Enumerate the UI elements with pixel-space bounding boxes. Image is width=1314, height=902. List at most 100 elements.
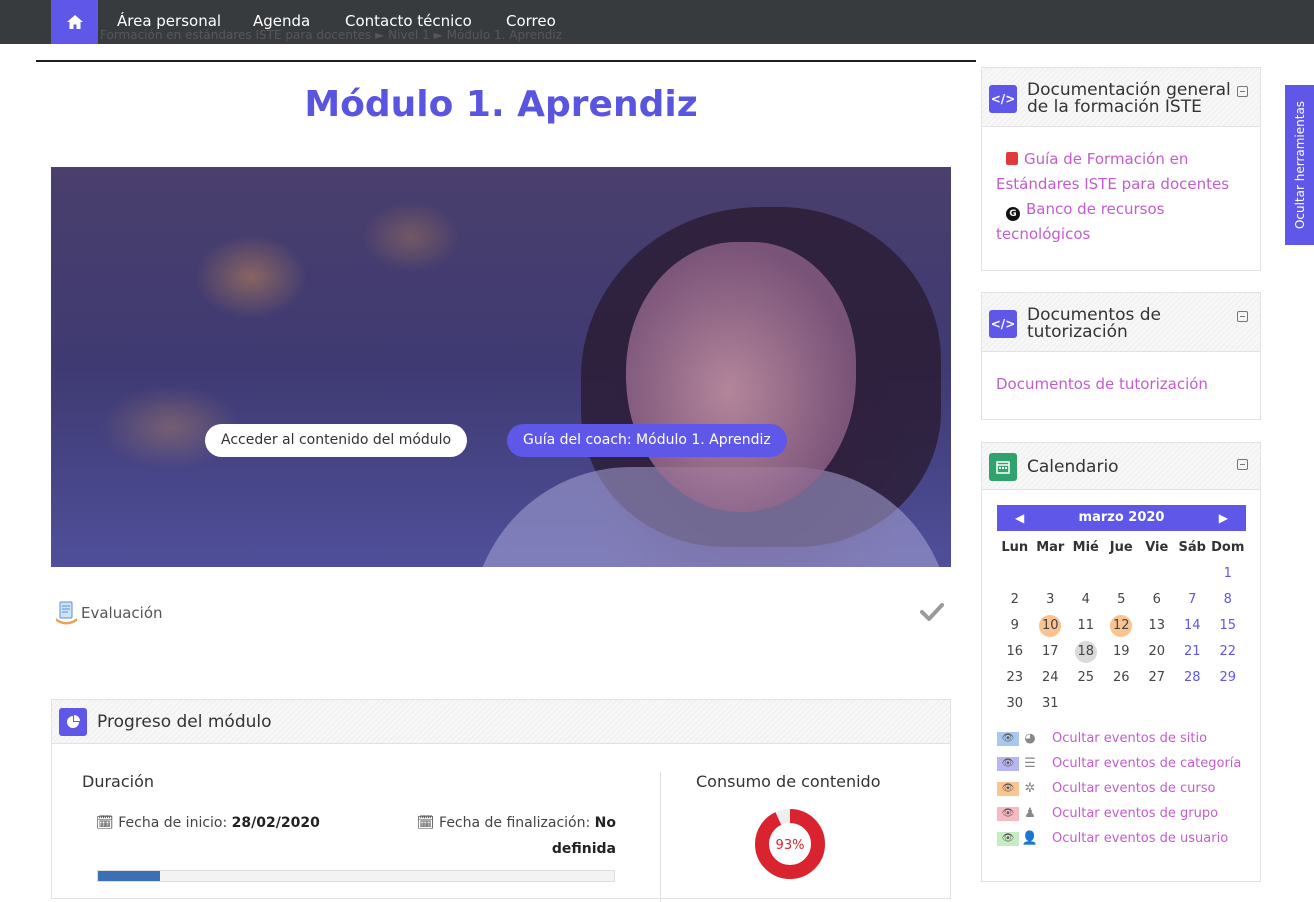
calendar-day-30[interactable]: 30 — [997, 691, 1033, 717]
consumption-donut: 93% — [755, 809, 825, 879]
completion-check-icon[interactable] — [920, 602, 944, 622]
quiz-icon — [56, 601, 77, 625]
calendar-empty-cell — [1210, 691, 1246, 717]
collapse-block-icon[interactable] — [1237, 311, 1248, 322]
calendar-icon — [989, 453, 1017, 481]
duration-progress-bar — [97, 870, 615, 882]
calendar-day-7[interactable]: 7 — [1175, 587, 1211, 613]
calendar-empty-cell — [1104, 561, 1140, 587]
calendar-grid: Lun Mar Mié Jue Vie Sáb Dom 1 2 3 4 5 6 7 8 9 10 11 12 13 14… — [997, 535, 1246, 717]
calendar-empty-cell — [1139, 561, 1175, 587]
calendar-month-header: ◀ marzo 2020 ▶ — [997, 505, 1246, 531]
calendar-weekday-5: Sáb — [1178, 540, 1206, 555]
calendar-row: 16 17 18 19 20 21 22 — [997, 639, 1246, 665]
calendar-day-4[interactable]: 4 — [1068, 587, 1104, 613]
calendar-weekday-0: Lun — [1001, 540, 1029, 555]
legend-label: Ocultar eventos de curso — [1052, 781, 1216, 796]
calendar-day-8[interactable]: 8 — [1210, 587, 1246, 613]
globe-icon: ◕ — [1024, 731, 1036, 746]
calendar-day-18[interactable]: 18 — [1068, 639, 1104, 665]
calendar-day-12[interactable]: 12 — [1104, 613, 1140, 639]
calendar-day-2[interactable]: 2 — [997, 587, 1033, 613]
coach-guide-button[interactable]: Guía del coach: Módulo 1. Aprendiz — [507, 424, 787, 457]
calendar-day-24[interactable]: 24 — [1033, 665, 1069, 691]
calendar-day-27[interactable]: 27 — [1139, 665, 1175, 691]
calendar-check-icon: 🗓 — [96, 815, 114, 831]
collapse-block-icon[interactable] — [1237, 86, 1248, 97]
calendar-day-marker: 10 — [1039, 615, 1062, 637]
calendar-empty-cell — [997, 561, 1033, 587]
link-banco-recursos[interactable]: G Banco de recursos — [996, 197, 1260, 222]
hide-tools-tab[interactable]: Ocultar herramientas — [1285, 85, 1314, 245]
calendar-day-11[interactable]: 11 — [1068, 613, 1104, 639]
calendar-day-28[interactable]: 28 — [1175, 665, 1211, 691]
end-date-label: Fecha de finalización: — [439, 815, 591, 831]
calendar-empty-cell — [1104, 691, 1140, 717]
eye-icon: 👁 — [997, 781, 1019, 796]
code-icon: </> — [989, 310, 1017, 338]
eye-icon: 👁 — [997, 806, 1019, 821]
link-guia-formacion-cont[interactable]: Estándares ISTE para docentes — [996, 172, 1260, 197]
calendar-day-13[interactable]: 13 — [1139, 613, 1175, 639]
calendar-day-16[interactable]: 16 — [997, 639, 1033, 665]
calendar-day-25[interactable]: 25 — [1068, 665, 1104, 691]
eye-icon: 👁 — [997, 731, 1019, 746]
calendar-day-20[interactable]: 20 — [1139, 639, 1175, 665]
block-general-docs-header: </> Documentación general de la formació… — [982, 68, 1260, 127]
legend-label: Ocultar eventos de categoría — [1052, 756, 1242, 771]
prev-month-icon[interactable]: ◀ — [1015, 505, 1024, 531]
hero-banner: Acceder al contenido del módulo Guía del… — [51, 167, 951, 567]
home-icon — [66, 15, 83, 29]
calendar-empty-cell — [1139, 691, 1175, 717]
block-tutor-docs-header: </> Documentos de tutorización — [982, 293, 1260, 352]
calendar-day-31[interactable]: 31 — [1033, 691, 1069, 717]
legend-item[interactable]: 👁 ☰ Ocultar eventos de categoría — [997, 751, 1241, 776]
calendar-day-5[interactable]: 5 — [1104, 587, 1140, 613]
eye-icon: 👁 — [997, 756, 1019, 771]
collapse-block-icon[interactable] — [1237, 459, 1248, 470]
calendar-weekday-3: Jue — [1109, 540, 1133, 555]
calendar-day-10[interactable]: 10 — [1033, 613, 1069, 639]
calendar-row: 23 24 25 26 27 28 29 — [997, 665, 1246, 691]
calendar-empty-cell — [1175, 691, 1211, 717]
activity-evaluacion[interactable]: Evaluación — [53, 599, 163, 627]
calendar-day-23[interactable]: 23 — [997, 665, 1033, 691]
calendar-day-6[interactable]: 6 — [1139, 587, 1175, 613]
calendar-day-15[interactable]: 15 — [1210, 613, 1246, 639]
block-tutor-docs-title: Documentos de tutorización — [1027, 305, 1161, 342]
home-button[interactable] — [51, 0, 98, 44]
link-banco-recursos-cont[interactable]: tecnológicos — [996, 222, 1260, 247]
calendar-empty-cell — [1033, 561, 1069, 587]
block-calendar-title: Calendario — [1027, 456, 1119, 477]
calendar-day-19[interactable]: 19 — [1104, 639, 1140, 665]
access-content-button[interactable]: Acceder al contenido del módulo — [205, 424, 468, 457]
end-date-value-cont: definida — [551, 841, 616, 857]
calendar-day-21[interactable]: 21 — [1175, 639, 1211, 665]
calendar-day-22[interactable]: 22 — [1210, 639, 1246, 665]
calendar-day-9[interactable]: 9 — [997, 613, 1033, 639]
legend-label: Ocultar eventos de usuario — [1052, 831, 1229, 846]
legend-item[interactable]: 👁 👤 Ocultar eventos de usuario — [997, 826, 1241, 851]
pie-chart-icon — [59, 707, 87, 736]
calendar-day-26[interactable]: 26 — [1104, 665, 1140, 691]
link-guia-formacion[interactable]: Guía de Formación en — [996, 147, 1260, 172]
legend-item[interactable]: 👁 ✲ Ocultar eventos de curso — [997, 776, 1241, 801]
calendar-day-29[interactable]: 29 — [1210, 665, 1246, 691]
calendar-day-3[interactable]: 3 — [1033, 587, 1069, 613]
calendar-legend: 👁 ◕ Ocultar eventos de sitio 👁 ☰ Ocultar even… — [997, 726, 1241, 851]
calendar-empty-cell — [1068, 561, 1104, 587]
calendar-row: Lun Mar Mié Jue Vie Sáb Dom — [997, 535, 1246, 561]
link-documentos-tutorizacion[interactable]: Documentos de tutorización — [982, 352, 1260, 397]
legend-item[interactable]: 👁 ◕ Ocultar eventos de sitio — [997, 726, 1241, 751]
hero-photo-face — [626, 242, 856, 512]
calendar-day-marker: 12 — [1110, 615, 1133, 637]
legend-item[interactable]: 👁 ♟ Ocultar eventos de grupo — [997, 801, 1241, 826]
calendar-day-1[interactable]: 1 — [1210, 561, 1246, 587]
start-date: 🗓 Fecha de inicio: 28/02/2020 — [96, 810, 320, 836]
block-calendar-header: Calendario — [982, 443, 1260, 490]
next-month-icon[interactable]: ▶ — [1219, 505, 1228, 531]
calendar-day-17[interactable]: 17 — [1033, 639, 1069, 665]
calendar-day-14[interactable]: 14 — [1175, 613, 1211, 639]
user-icon: 👤 — [1021, 831, 1039, 846]
end-date: 🗓 Fecha de finalización: No definida — [410, 810, 616, 862]
